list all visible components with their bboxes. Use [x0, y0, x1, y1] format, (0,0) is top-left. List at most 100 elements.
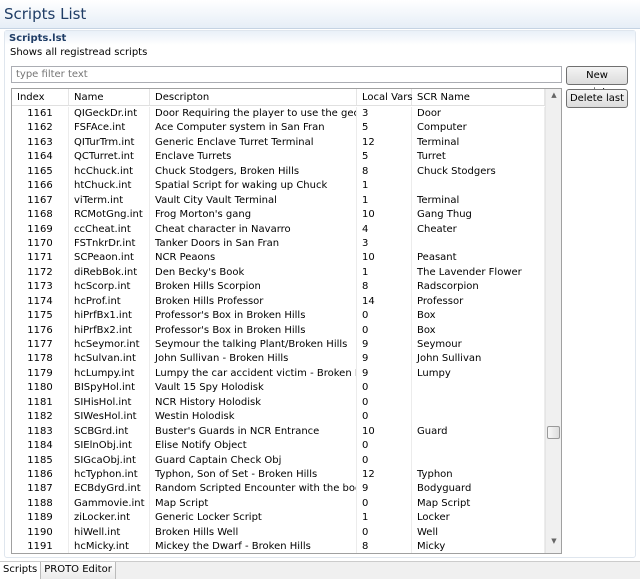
- cell-name: hcSulvan.int: [69, 352, 150, 367]
- cell-description: Broken Hills Professor: [150, 294, 357, 310]
- cell-local-vars: 0: [357, 395, 412, 411]
- cell-local-vars: 5: [357, 121, 412, 136]
- cell-scr-name: Lumpy: [412, 366, 545, 382]
- cell-index: 1171: [12, 251, 69, 266]
- table-row[interactable]: 1179 hcLumpy.int Lumpy the car accident vi…: [12, 366, 546, 382]
- cell-index: 1183: [12, 424, 69, 440]
- table-row[interactable]: 1168 RCMotGng.int Frog Morton's gang 10 Gang…: [12, 208, 546, 223]
- cell-local-vars: 0: [357, 496, 412, 512]
- cell-name: hiPrfBx1.int: [69, 309, 150, 324]
- cell-index: 1179: [12, 366, 69, 382]
- delete-last-button[interactable]: Delete last: [566, 89, 628, 108]
- cell-scr-name: Chuck Stodgers: [412, 164, 545, 180]
- view-title-bar: Scripts List: [0, 0, 640, 29]
- cell-name: hcChuck.int: [69, 164, 150, 180]
- cell-name: SIElnObj.int: [69, 439, 150, 454]
- table-row[interactable]: 1178 hcSulvan.int John Sullivan - Broken H…: [12, 352, 546, 367]
- view-title: Scripts List: [4, 5, 87, 23]
- cell-name: SCPeaon.int: [69, 251, 150, 266]
- cell-name: hiWell.int: [69, 525, 150, 541]
- vertical-scrollbar[interactable]: ▲ ▼: [545, 89, 561, 553]
- cell-index: 1175: [12, 309, 69, 324]
- table-row[interactable]: 1180 BISpyHol.int Vault 15 Spy Holodisk 0: [12, 381, 546, 396]
- cell-name: QCTurret.int: [69, 150, 150, 165]
- cell-index: 1161: [12, 107, 69, 122]
- table-row[interactable]: 1177 hcSeymor.int Seymour the talking Plan…: [12, 338, 546, 353]
- cell-name: hcMicky.int: [69, 540, 150, 553]
- cell-local-vars: 9: [357, 338, 412, 353]
- column-header-name[interactable]: Name: [69, 89, 150, 105]
- cell-index: 1184: [12, 439, 69, 454]
- cell-description: Ace Computer system in San Fran: [150, 121, 357, 136]
- table-row[interactable]: 1174 hcProf.int Broken Hills Professor 14 Pr…: [12, 294, 546, 310]
- cell-local-vars: 1: [357, 511, 412, 526]
- cell-description: Buster's Guards in NCR Entrance: [150, 424, 357, 440]
- table-row[interactable]: 1172 diRebBok.int Den Becky's Book 1 The Lav…: [12, 265, 546, 281]
- table-row[interactable]: 1185 SIGcaObj.int Guard Captain Check Obj 0: [12, 453, 546, 468]
- cell-scr-name: Radscorpion: [412, 280, 545, 295]
- table-row[interactable]: 1188 Gammovie.int Map Script 0 Map Script: [12, 496, 546, 512]
- cell-local-vars: 3: [357, 107, 412, 122]
- column-header-index[interactable]: Index: [12, 89, 69, 105]
- table-row[interactable]: 1183 SCBGrd.int Buster's Guards in NCR Ent…: [12, 424, 546, 440]
- table-row[interactable]: 1162 FSFAce.int Ace Computer system in San…: [12, 121, 546, 136]
- table-row[interactable]: 1182 SIWesHol.int Westin Holodisk 0: [12, 410, 546, 425]
- table-row[interactable]: 1175 hiPrfBx1.int Professor's Box in Broke…: [12, 309, 546, 324]
- cell-name: hcScorp.int: [69, 280, 150, 295]
- filter-input[interactable]: [11, 66, 562, 83]
- cell-name: htChuck.int: [69, 179, 150, 194]
- table-row[interactable]: 1165 hcChuck.int Chuck Stodgers, Broken Hi…: [12, 164, 546, 180]
- scroll-up-arrow-icon[interactable]: ▲: [546, 91, 561, 105]
- table-row[interactable]: 1171 SCPeaon.int NCR Peaons 10 Peasant: [12, 251, 546, 266]
- cell-local-vars: 1: [357, 193, 412, 209]
- cell-index: 1190: [12, 525, 69, 541]
- cell-name: hcProf.int: [69, 294, 150, 310]
- table-row[interactable]: 1169 ccCheat.int Cheat character in Navarr…: [12, 222, 546, 237]
- table-row[interactable]: 1187 ECBdyGrd.int Random Scripted Encounte…: [12, 482, 546, 497]
- tab-scripts[interactable]: Scripts: [0, 562, 42, 579]
- column-header-local-vars[interactable]: Local Vars: [357, 89, 413, 105]
- table-row[interactable]: 1186 hcTyphon.int Typhon, Son of Set - Bro…: [12, 467, 546, 483]
- cell-description: Elise Notify Object: [150, 439, 357, 454]
- cell-local-vars: 0: [357, 453, 412, 468]
- cell-name: Gammovie.int: [69, 496, 150, 512]
- tab-proto-editor[interactable]: PROTO Editor: [41, 562, 116, 579]
- cell-index: 1178: [12, 352, 69, 367]
- table-row[interactable]: 1184 SIElnObj.int Elise Notify Object 0: [12, 439, 546, 454]
- table-row[interactable]: 1161 QIGeckDr.int Door Requiring the playe…: [12, 107, 546, 122]
- cell-local-vars: 0: [357, 323, 412, 338]
- cell-local-vars: 0: [357, 439, 412, 454]
- scroll-down-arrow-icon[interactable]: ▼: [546, 537, 561, 551]
- cell-local-vars: 0: [357, 381, 412, 396]
- cell-description: Spatial Script for waking up Chuck: [150, 179, 357, 194]
- column-header-scr-name[interactable]: SCR Name: [412, 89, 545, 105]
- table-row[interactable]: 1190 hiWell.int Broken Hills Well 0 Well: [12, 525, 546, 541]
- cell-index: 1191: [12, 540, 69, 553]
- cell-index: 1166: [12, 179, 69, 194]
- table-row[interactable]: 1189 ziLocker.int Generic Locker Script 1 Lo…: [12, 511, 546, 526]
- scroll-thumb[interactable]: [547, 426, 560, 439]
- cell-index: 1185: [12, 453, 69, 468]
- table-row[interactable]: 1163 QITurTrm.int Generic Enclave Turret T…: [12, 135, 546, 151]
- cell-index: 1187: [12, 482, 69, 497]
- cell-local-vars: 5: [357, 150, 412, 165]
- new-script-button[interactable]: New script...: [566, 66, 628, 98]
- cell-name: hcSeymor.int: [69, 338, 150, 353]
- cell-scr-name: Bodyguard: [412, 482, 545, 497]
- table-row[interactable]: 1176 hiPrfBx2.int Professor's Box in Broke…: [12, 323, 546, 338]
- table-row[interactable]: 1164 QCTurret.int Enclave Turrets 5 Turret: [12, 150, 546, 165]
- cell-name: BISpyHol.int: [69, 381, 150, 396]
- table-row[interactable]: 1191 hcMicky.int Mickey the Dwarf - Broken…: [12, 540, 546, 553]
- table-row[interactable]: 1173 hcScorp.int Broken Hills Scorpion 8 Rad…: [12, 280, 546, 295]
- table-row[interactable]: 1170 FSTnkrDr.int Tanker Doors in San Fran…: [12, 236, 546, 252]
- table-row[interactable]: 1167 viTerm.int Vault City Vault Terminal 1…: [12, 193, 546, 209]
- column-header-description[interactable]: Descripton: [150, 89, 357, 105]
- table-row[interactable]: 1181 SIHisHol.int NCR History Holodisk 0: [12, 395, 546, 411]
- cell-description: Seymour the talking Plant/Broken Hills: [150, 338, 357, 353]
- cell-index: 1177: [12, 338, 69, 353]
- cell-description: Typhon, Son of Set - Broken Hills: [150, 467, 357, 483]
- cell-local-vars: 14: [357, 294, 412, 310]
- table-row[interactable]: 1166 htChuck.int Spatial Script for waking…: [12, 179, 546, 194]
- cell-index: 1168: [12, 208, 69, 223]
- cell-index: 1163: [12, 135, 69, 151]
